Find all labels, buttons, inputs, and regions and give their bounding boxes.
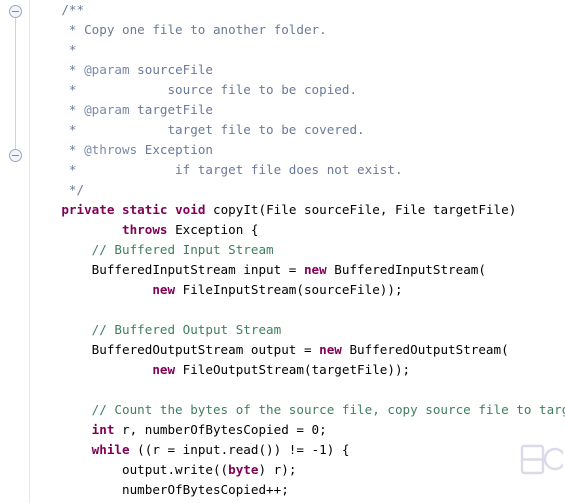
fold-toggle-javadoc[interactable] bbox=[9, 5, 22, 18]
code-line: // Buffered Output Stream bbox=[31, 320, 565, 340]
code-token-jdoc: /** bbox=[31, 2, 85, 17]
code-token-kw: while bbox=[31, 442, 130, 457]
code-token-plain: output.write(( bbox=[31, 462, 229, 477]
code-token-plain: ((r = input.read()) != - bbox=[129, 442, 320, 457]
code-line: new FileOutputStream(targetFile)); bbox=[31, 360, 565, 380]
code-token-jdoc: * Copy one file to another folder. bbox=[31, 22, 327, 37]
code-token-jdoc-tag: @param bbox=[84, 102, 130, 117]
code-token-jdoc: targetFile bbox=[129, 102, 213, 117]
code-line: // Count the bytes of the source file, c… bbox=[31, 400, 565, 420]
code-token-kw: new bbox=[31, 282, 176, 297]
code-line: * source file to be copied. bbox=[31, 80, 565, 100]
code-line: * bbox=[31, 40, 565, 60]
code-token-cmt: // Buffered Output Stream bbox=[31, 322, 282, 337]
code-token-num: 0 bbox=[311, 422, 320, 437]
code-token-kw: new bbox=[303, 262, 327, 277]
code-token-kw: int bbox=[31, 422, 115, 437]
code-token-plain: BufferedOutputStream( bbox=[341, 342, 509, 357]
code-line: new FileInputStream(sourceFile)); bbox=[31, 280, 565, 300]
code-token-plain: Exception { bbox=[167, 222, 259, 237]
code-token-kw: new bbox=[319, 342, 342, 357]
code-line: output.write((byte) r); bbox=[31, 460, 565, 480]
code-token-jdoc: */ bbox=[31, 182, 85, 197]
code-token-jdoc: * if target file does not exist. bbox=[31, 162, 403, 177]
code-line: while ((r = input.read()) != -1) { bbox=[31, 440, 565, 460]
code-token-jdoc: * bbox=[31, 142, 85, 157]
code-token-plain: BufferedInputStream( bbox=[326, 262, 486, 277]
code-token-jdoc-tag: @param bbox=[84, 62, 130, 77]
code-line: * @param targetFile bbox=[31, 100, 565, 120]
code-token-kw: new bbox=[31, 362, 176, 377]
code-token-jdoc: Exception bbox=[137, 142, 213, 157]
code-line: * Copy one file to another folder. bbox=[31, 20, 565, 40]
code-token-kw: void bbox=[175, 202, 206, 217]
code-token-plain: BufferedInputStream input = bbox=[31, 262, 304, 277]
code-line: // Buffered Input Stream bbox=[31, 240, 565, 260]
code-line: * if target file does not exist. bbox=[31, 160, 565, 180]
code-token-plain: FileInputStream(sourceFile)); bbox=[175, 282, 403, 297]
code-token-kw: byte bbox=[228, 462, 259, 477]
code-line: throws Exception { bbox=[31, 220, 565, 240]
code-token-kw: static bbox=[122, 202, 168, 217]
code-token-jdoc: sourceFile bbox=[129, 62, 213, 77]
code-line: * target file to be covered. bbox=[31, 120, 565, 140]
fold-connector-line bbox=[15, 18, 16, 149]
code-line: private static void copyIt(File sourceFi… bbox=[31, 200, 565, 220]
code-token-plain: r, numberOfBytesCopied = bbox=[114, 422, 312, 437]
code-token-jdoc-tag: @throws bbox=[84, 142, 138, 157]
code-line: * @throws Exception bbox=[31, 140, 565, 160]
code-line: * @param sourceFile bbox=[31, 60, 565, 80]
code-line: BufferedInputStream input = new Buffered… bbox=[31, 260, 565, 280]
code-token-plain: numberOfBytesCopied++; bbox=[31, 482, 289, 497]
code-token-plain: BufferedOutputStream output = bbox=[31, 342, 320, 357]
code-token-jdoc: * target file to be covered. bbox=[31, 122, 365, 137]
code-token-plain: ; bbox=[319, 422, 327, 437]
code-line: /** bbox=[31, 0, 565, 20]
code-token-plain: ) r); bbox=[258, 462, 297, 477]
code-line: int r, numberOfBytesCopied = 0; bbox=[31, 420, 565, 440]
code-token-cmt: // Count the bytes of the source file, c… bbox=[31, 402, 565, 417]
code-token-plain: FileOutputStream(targetFile)); bbox=[175, 362, 411, 377]
code-content[interactable]: /** * Copy one file to another folder. *… bbox=[31, 0, 565, 503]
editor-folding-gutter[interactable] bbox=[0, 0, 30, 503]
code-token-jdoc: * bbox=[31, 42, 77, 57]
code-token-jdoc: * source file to be copied. bbox=[31, 82, 358, 97]
code-line: BufferedOutputStream output = new Buffer… bbox=[31, 340, 565, 360]
code-editor[interactable]: /** * Copy one file to another folder. *… bbox=[0, 0, 565, 503]
code-token-plain: copyIt(File sourceFile, File targetFile) bbox=[205, 202, 517, 217]
code-token-num: 1 bbox=[319, 442, 327, 457]
code-token-jdoc: * bbox=[31, 62, 85, 77]
fold-toggle-method[interactable] bbox=[9, 149, 22, 162]
code-line: numberOfBytesCopied++; bbox=[31, 480, 565, 500]
code-token-plain: ) { bbox=[326, 442, 350, 457]
code-line: */ bbox=[31, 180, 565, 200]
code-token-kw: throws bbox=[31, 222, 168, 237]
code-token-jdoc: * bbox=[31, 102, 85, 117]
code-token-cmt: // Buffered Input Stream bbox=[31, 242, 274, 257]
code-token-kw: private bbox=[31, 202, 115, 217]
